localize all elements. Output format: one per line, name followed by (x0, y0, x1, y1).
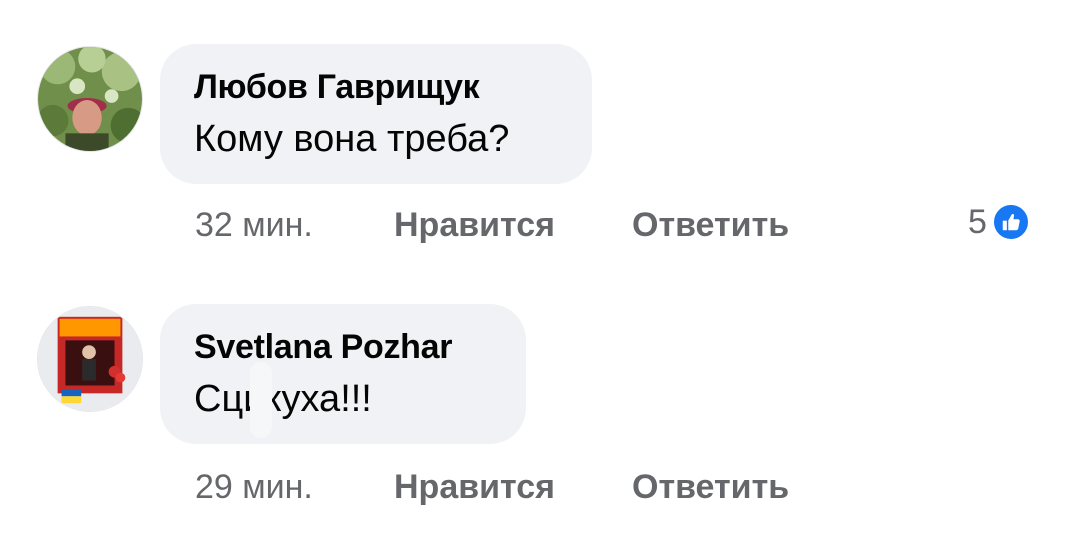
comment-author[interactable]: Svetlana Pozhar (194, 328, 452, 367)
comment-text: Кому вона треба? (194, 118, 510, 160)
comment-bubble: Svetlana Pozhar Сцикуха!!! (160, 304, 526, 444)
comment-bubble: Любов Гаврищук Кому вона треба? (160, 44, 592, 184)
comment-author[interactable]: Любов Гаврищук (194, 68, 480, 107)
comment-timestamp[interactable]: 32 мин. (195, 206, 313, 245)
reply-button[interactable]: Ответить (632, 206, 789, 245)
thumbs-up-icon (990, 202, 1031, 242)
profile-photo-icon (38, 307, 142, 411)
comment: Любов Гаврищук Кому вона треба? 32 мин. … (0, 0, 1080, 270)
comment: Svetlana Pozhar Сцикуха!!! 29 мин. Нрави… (0, 270, 1080, 555)
comment-text: Сцикуха!!! (194, 378, 372, 420)
reply-button[interactable]: Ответить (632, 468, 789, 507)
comment-timestamp[interactable]: 29 мин. (195, 468, 313, 507)
profile-photo-icon (38, 47, 142, 151)
reaction-count: 5 (968, 202, 987, 241)
like-button[interactable]: Нравится (394, 206, 555, 245)
redaction-mark (250, 362, 272, 438)
like-button[interactable]: Нравится (394, 468, 555, 507)
avatar[interactable] (37, 46, 143, 152)
reaction-summary[interactable]: 5 (968, 202, 1031, 242)
avatar[interactable] (37, 306, 143, 412)
